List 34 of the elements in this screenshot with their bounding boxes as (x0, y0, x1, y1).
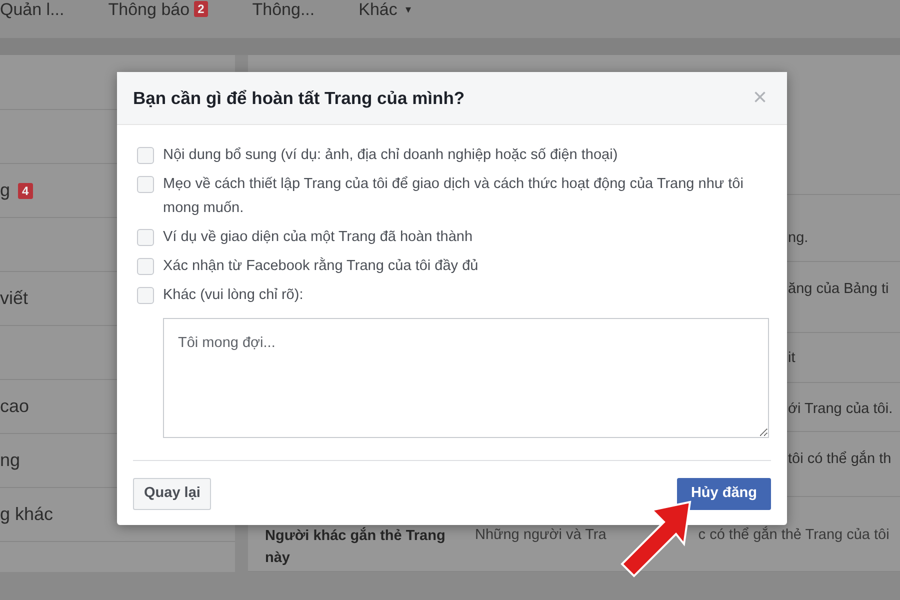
caret-icon: ▾ (405, 1, 412, 19)
back-button[interactable]: Quay lại (133, 478, 212, 510)
option-label: Ví dụ về giao diện của một Trang đã hoàn thành (163, 228, 473, 247)
setting-description: ăng của Bảng ti (788, 280, 889, 299)
setting-description: ới Trang của tôi. (788, 400, 893, 419)
unpublish-button[interactable]: Hủy đăng (676, 478, 771, 510)
setting-description: ng. (788, 229, 808, 248)
option-label: Khác (vui lòng chỉ rõ): (163, 286, 304, 305)
option-label: Xác nhận từ Facebook rằng Trang của tôi đầy đủ (163, 256, 478, 276)
text-area[interactable]: Tôi mong đợi... (163, 318, 769, 438)
setting-label: Người khác gắn thẻ Trang này (264, 526, 446, 568)
setting-description: c có thể gắn thẻ Trang của tôi (698, 525, 890, 545)
checkbox[interactable] (137, 147, 154, 164)
checkbox[interactable] (137, 229, 154, 246)
notification-badge: 2 (194, 1, 208, 17)
checkbox[interactable] (137, 176, 154, 193)
sidebar-item[interactable]: g khác (0, 501, 54, 528)
setting-description: tôi có thể gắn th (788, 449, 892, 469)
checkbox[interactable] (137, 287, 154, 304)
setting-description: Những người và Tra (475, 526, 606, 545)
option-label: Mẹo về cách thiết lập Trang của tôi để giao dịch và cách thức hoạt động của Trang như tôi mong muốn. (163, 175, 744, 218)
count-badge: 4 (18, 182, 33, 198)
sidebar-item[interactable]: viết (0, 285, 28, 312)
option-label: Nội dung bổ sung (ví dụ: ảnh, địa chỉ doanh nghiệp hoặc số điện thoại) (163, 146, 618, 165)
nav-link[interactable]: Thông báo (108, 1, 190, 19)
dialog-title: Bạn cần gì để hoàn tất Trang của mình? (133, 86, 465, 110)
nav-link[interactable]: Khác (358, 1, 398, 19)
sidebar-item[interactable]: cao (0, 393, 30, 420)
nav-link[interactable]: Quản l... (0, 1, 64, 19)
sidebar-item[interactable]: g (0, 177, 10, 204)
setting-description: it (788, 349, 796, 368)
checkbox[interactable] (137, 258, 154, 275)
nav-link[interactable]: Thông... (252, 1, 315, 19)
sidebar-item[interactable]: ng (0, 447, 20, 474)
